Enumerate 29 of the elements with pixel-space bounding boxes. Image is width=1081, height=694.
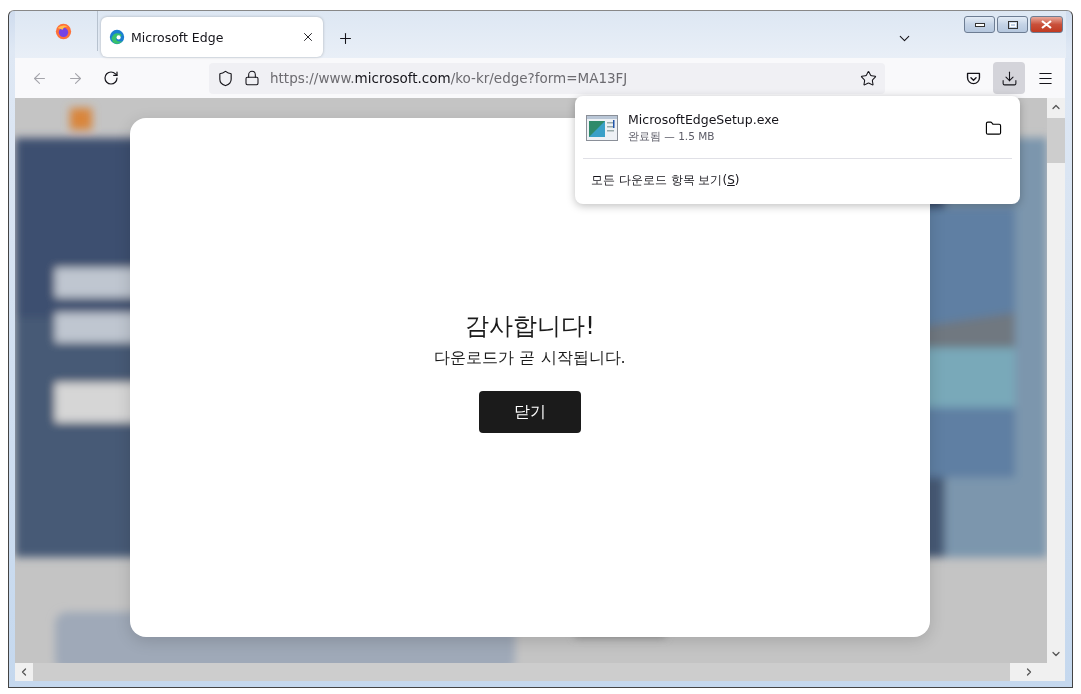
lock-icon[interactable] <box>244 70 260 86</box>
dialog-message: 다운로드가 곧 시작됩니다. <box>434 348 626 369</box>
maximize-button[interactable] <box>997 16 1028 33</box>
star-icon[interactable] <box>860 69 877 87</box>
browser-tab[interactable]: Microsoft Edge <box>101 17 323 57</box>
horizontal-scrollbar[interactable] <box>15 663 1065 681</box>
scrollbar-thumb[interactable] <box>1047 118 1065 163</box>
firefox-logo-icon <box>55 22 72 40</box>
minimize-icon <box>974 22 985 27</box>
close-button[interactable] <box>1030 16 1063 33</box>
shield-icon[interactable] <box>217 69 234 87</box>
reload-icon[interactable] <box>103 70 119 86</box>
download-status: 완료됨 — 1.5 MB <box>628 130 716 144</box>
address-field[interactable]: https://www.microsoft.com/ko-kr/edge?form=MA13FJ <box>209 62 885 94</box>
download-icon <box>1000 69 1018 87</box>
url-text: https://www.microsoft.com/ko-kr/edge?form=MA13FJ <box>270 70 629 86</box>
folder-icon[interactable] <box>985 119 1002 137</box>
dialog-title: 감사합니다! <box>465 311 595 342</box>
file-name[interactable]: MicrosoftEdgeSetup.exe <box>628 112 975 127</box>
program-file-icon <box>586 115 618 141</box>
edge-logo-icon <box>109 29 125 45</box>
maximize-icon <box>1007 20 1018 29</box>
close-dialog-button[interactable]: 닫기 <box>479 391 581 433</box>
close-icon <box>1041 20 1052 29</box>
close-icon[interactable] <box>301 30 315 44</box>
downloads-button[interactable] <box>993 62 1025 94</box>
show-all-downloads-item[interactable]: 모든 다운로드 항목 보기(S) <box>583 163 1012 196</box>
minimize-button[interactable] <box>964 16 995 33</box>
vertical-scrollbar[interactable] <box>1047 98 1065 663</box>
